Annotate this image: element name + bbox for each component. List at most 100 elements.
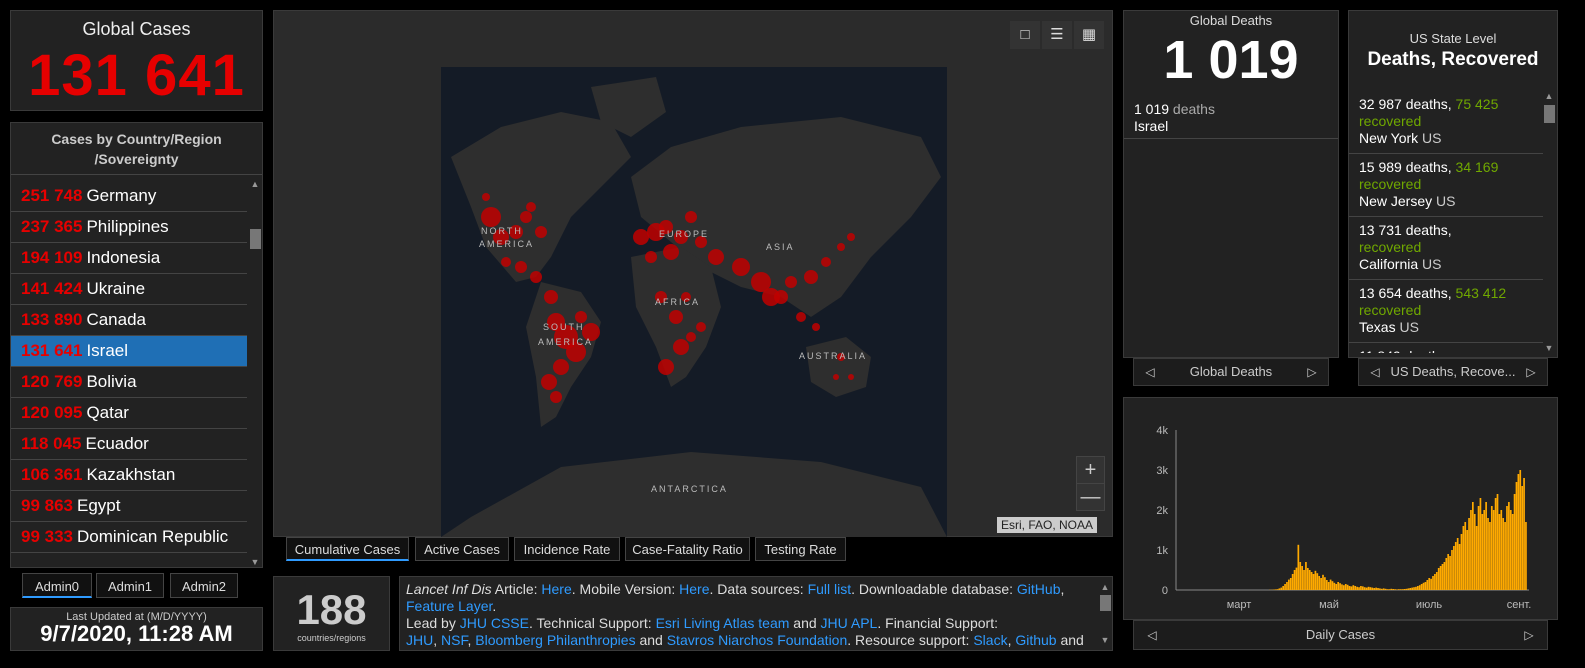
jhu-csse-link[interactable]: JHU CSSE: [460, 615, 529, 631]
daily-case-bar[interactable]: [1407, 588, 1410, 590]
country-row[interactable]: 194 109 Indonesia: [11, 243, 247, 274]
daily-case-bar[interactable]: [1314, 570, 1317, 590]
daily-case-bar[interactable]: [1473, 514, 1476, 590]
case-bubble[interactable]: [520, 211, 532, 223]
case-bubble[interactable]: [530, 271, 542, 283]
map-tab-2[interactable]: Incidence Rate: [514, 537, 620, 561]
case-bubble[interactable]: [550, 391, 562, 403]
daily-case-bar[interactable]: [1489, 522, 1491, 590]
daily-case-bar[interactable]: [1276, 589, 1279, 590]
country-rows[interactable]: 251 748 Germany 237 365 Philippines 194 109 I…: [11, 181, 247, 559]
daily-case-bar[interactable]: [1360, 586, 1362, 590]
info-scrollbar[interactable]: ▲ ▼: [1099, 579, 1111, 649]
country-row[interactable]: 237 365 Philippines: [11, 212, 247, 243]
country-row[interactable]: 131 641 Israel: [11, 336, 247, 367]
us-state-entry[interactable]: 11 849 deaths, recoveredFlorida US: [1349, 343, 1545, 353]
us-scrollbar[interactable]: ▲ ▼: [1543, 91, 1555, 353]
daily-case-bar[interactable]: [1354, 586, 1357, 590]
daily-case-bar[interactable]: [1399, 589, 1402, 590]
case-bubble[interactable]: [833, 374, 839, 380]
daily-case-bar[interactable]: [1289, 578, 1292, 590]
daily-case-bar[interactable]: [1434, 574, 1436, 590]
next-arrow-icon[interactable]: ▷: [1302, 359, 1322, 385]
daily-case-bar[interactable]: [1390, 588, 1393, 590]
daily-case-bar[interactable]: [1525, 522, 1527, 590]
daily-cases-chart[interactable]: 4k 3k 2k 1k 0 март май июль сент.: [1124, 398, 1557, 619]
daily-case-bar[interactable]: [1312, 574, 1315, 590]
daily-case-bar[interactable]: [1481, 514, 1484, 590]
daily-case-bar[interactable]: [1460, 534, 1463, 590]
daily-case-bar[interactable]: [1458, 544, 1461, 590]
map-tab-4[interactable]: Testing Rate: [755, 537, 846, 561]
case-bubble[interactable]: [686, 332, 696, 342]
mobile-version-link[interactable]: Here: [679, 581, 709, 597]
case-bubble[interactable]: [633, 229, 649, 245]
daily-case-bar[interactable]: [1394, 589, 1396, 590]
us-scroll-up-icon[interactable]: ▲: [1543, 91, 1555, 101]
daily-case-bar[interactable]: [1278, 588, 1281, 590]
case-bubble[interactable]: [515, 261, 527, 273]
daily-case-bar[interactable]: [1286, 582, 1288, 590]
map-tab-1[interactable]: Active Cases: [415, 537, 509, 561]
daily-case-bar[interactable]: [1384, 588, 1387, 590]
admin-tab-2[interactable]: Admin2: [170, 573, 238, 598]
us-entries[interactable]: 32 987 deaths, 75 425 recovered New York U…: [1349, 91, 1545, 353]
daily-case-bar[interactable]: [1308, 570, 1311, 590]
daily-case-bar[interactable]: [1470, 510, 1472, 590]
bookmark-icon[interactable]: □: [1010, 21, 1040, 49]
stavros-link[interactable]: Stavros Niarchos Foundation: [667, 632, 848, 648]
daily-case-bar[interactable]: [1352, 585, 1355, 590]
country-row[interactable]: 141 424 Ukraine: [11, 274, 247, 305]
case-bubble[interactable]: [544, 290, 558, 304]
case-bubble[interactable]: [685, 211, 697, 223]
daily-case-bar[interactable]: [1299, 562, 1302, 590]
daily-case-bar[interactable]: [1320, 578, 1322, 590]
daily-case-bar[interactable]: [1508, 502, 1510, 590]
daily-case-bar[interactable]: [1380, 588, 1383, 590]
github-link[interactable]: GitHub: [1017, 581, 1061, 597]
daily-case-bar[interactable]: [1398, 589, 1400, 590]
daily-case-bar[interactable]: [1282, 586, 1285, 590]
case-bubble[interactable]: [848, 374, 854, 380]
legend-list-icon[interactable]: ☰: [1042, 21, 1072, 49]
case-bubble[interactable]: [821, 257, 831, 267]
case-bubble[interactable]: [482, 193, 490, 201]
daily-case-bar[interactable]: [1479, 498, 1482, 590]
daily-case-bar[interactable]: [1348, 586, 1351, 590]
case-bubble[interactable]: [804, 270, 818, 284]
us-next-arrow-icon[interactable]: ▷: [1521, 359, 1541, 385]
daily-case-bar[interactable]: [1490, 506, 1493, 590]
daily-case-bar[interactable]: [1443, 562, 1446, 590]
daily-case-bar[interactable]: [1521, 486, 1524, 590]
daily-case-bar[interactable]: [1324, 577, 1326, 590]
daily-case-bar[interactable]: [1454, 542, 1457, 590]
jhu-link[interactable]: JHU: [406, 632, 433, 648]
daily-case-bar[interactable]: [1511, 514, 1514, 590]
daily-case-bar[interactable]: [1363, 587, 1366, 590]
daily-case-bar[interactable]: [1361, 586, 1364, 590]
daily-case-bar[interactable]: [1451, 550, 1453, 590]
daily-case-bar[interactable]: [1369, 587, 1372, 590]
daily-case-bar[interactable]: [1335, 584, 1338, 590]
daily-case-bar[interactable]: [1329, 579, 1332, 590]
case-bubble[interactable]: [553, 359, 569, 375]
github2-link[interactable]: Github: [1015, 632, 1056, 648]
us-state-entry[interactable]: 13 654 deaths, 543 412 recovered Texas US: [1349, 280, 1545, 343]
admin-tab-0[interactable]: Admin0: [22, 573, 92, 598]
daily-case-bar[interactable]: [1496, 494, 1499, 590]
daily-case-bar[interactable]: [1422, 582, 1425, 590]
daily-case-bar[interactable]: [1339, 583, 1341, 590]
country-row[interactable]: 97 043 Panama: [11, 553, 247, 559]
daily-case-bar[interactable]: [1284, 584, 1286, 590]
admin-tab-1[interactable]: Admin1: [96, 573, 164, 598]
case-bubble[interactable]: [812, 323, 820, 331]
zoom-out-button[interactable]: —: [1076, 483, 1105, 511]
daily-case-bar[interactable]: [1456, 538, 1459, 590]
daily-case-bar[interactable]: [1513, 494, 1516, 590]
daily-case-bar[interactable]: [1441, 564, 1444, 590]
basemap-gallery-icon[interactable]: ▦: [1074, 21, 1104, 49]
daily-case-bar[interactable]: [1426, 580, 1429, 590]
case-bubble[interactable]: [774, 290, 788, 304]
daily-case-bar[interactable]: [1295, 567, 1298, 590]
daily-case-bar[interactable]: [1492, 510, 1495, 590]
